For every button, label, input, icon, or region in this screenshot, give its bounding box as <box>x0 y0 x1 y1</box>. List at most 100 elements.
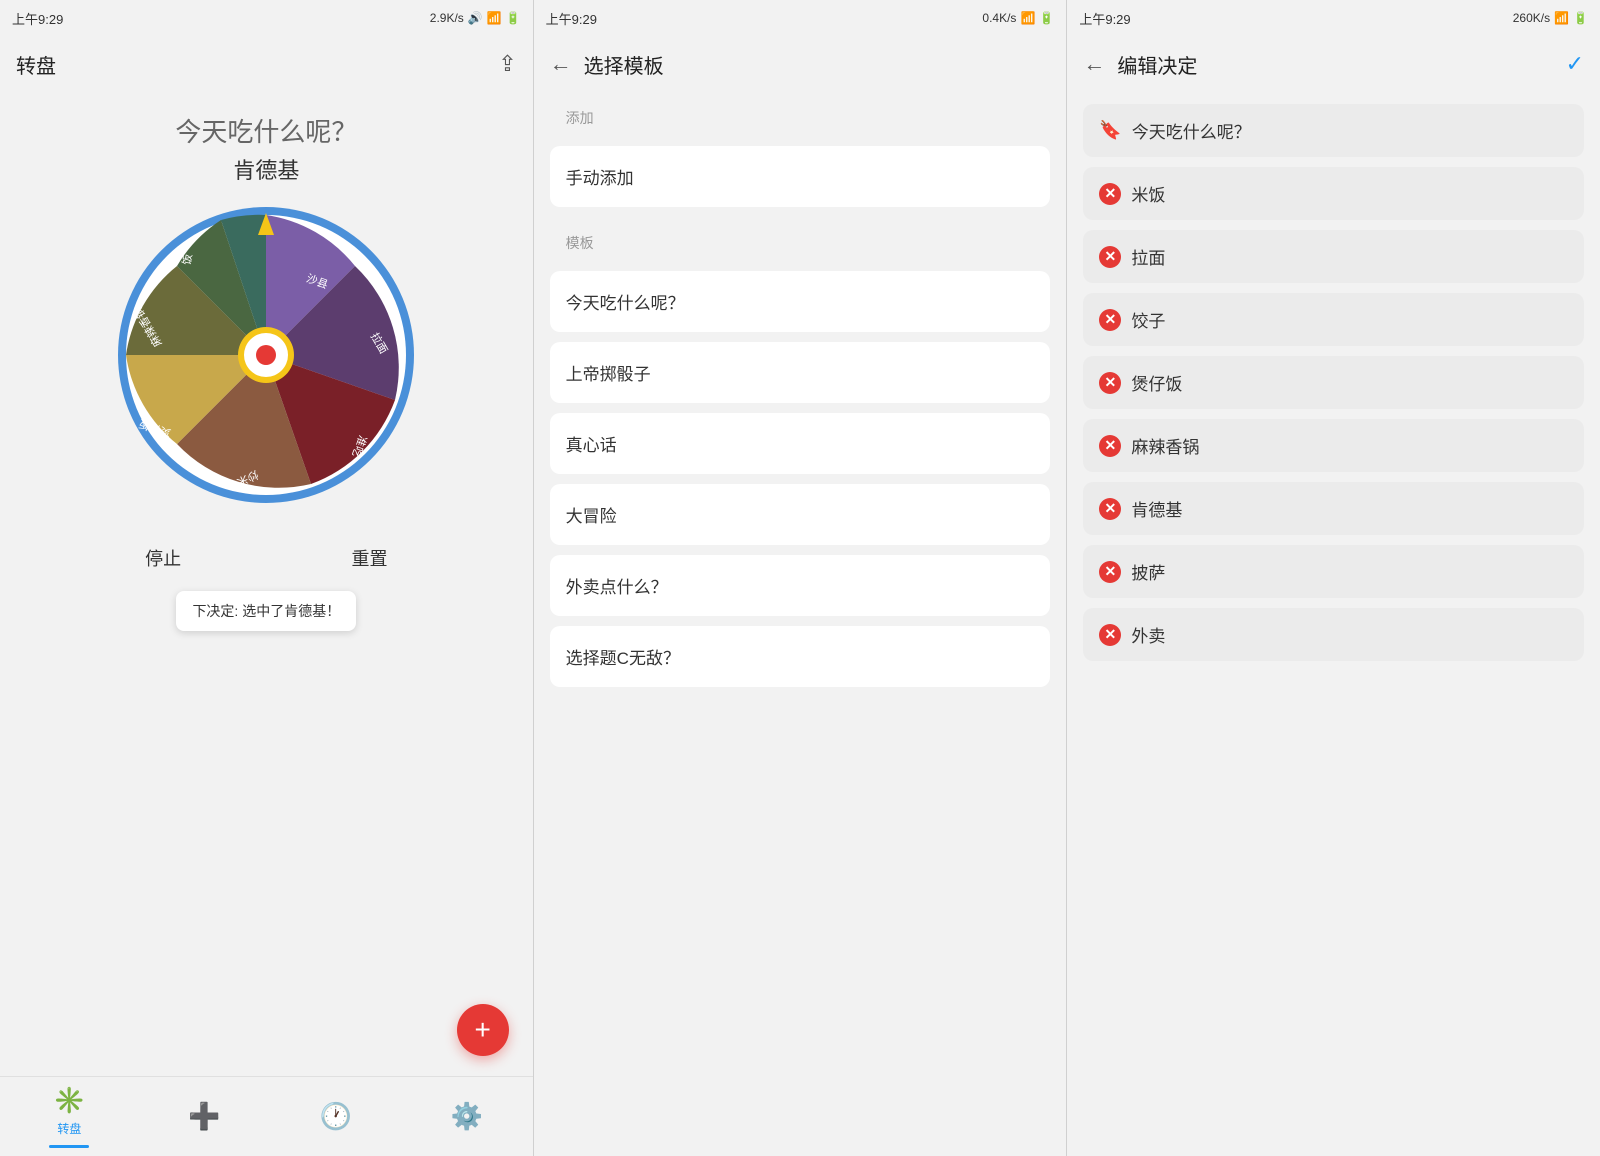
nav-item-add[interactable]: ➕ <box>188 1101 220 1132</box>
manual-add-text: 手动添加 <box>566 169 634 188</box>
template-text-3: 大冒险 <box>566 507 617 526</box>
template-text-5: 选择题C无敌？ <box>566 649 680 668</box>
speed-label-3: 260K/s <box>1513 11 1550 25</box>
edit-panel: 上午9:29 260K/s 📶 🔋 ← 编辑决定 ✓ 🔖 今天吃什么呢？ ✕ 米… <box>1066 0 1600 1156</box>
manual-add-item[interactable]: 手动添加 <box>550 146 1051 207</box>
nav-label-wheel: 转盘 <box>57 1120 81 1137</box>
toast-text: 下决定: 选中了肯德基！ <box>192 603 340 619</box>
wheel-nav-icon: ✳️ <box>53 1085 85 1116</box>
template-item-4[interactable]: 外卖点什么？ <box>550 555 1051 616</box>
template-section-label: 模板 <box>550 217 1051 261</box>
nav-item-wheel[interactable]: ✳️ 转盘 <box>49 1085 89 1148</box>
template-list: 添加 手动添加 模板 今天吃什么呢？ 上帝掷骰子 真心话 大冒险 外卖点什么？ … <box>534 92 1067 1156</box>
wheel-controls: 停止 重置 <box>0 525 533 591</box>
edit-item-1: ✕ 拉面 <box>1083 230 1584 283</box>
edit-item-3: ✕ 煲仔饭 <box>1083 356 1584 409</box>
template-text-4: 外卖点什么？ <box>566 578 668 597</box>
speed-label-2: 0.4K/s <box>982 11 1016 25</box>
top-bar-right-3: ✓ <box>1566 51 1584 77</box>
wheel-question: 今天吃什么呢？ <box>175 112 357 149</box>
status-time-3: 上午9:29 <box>1079 9 1130 28</box>
wheel-result: 肯德基 <box>233 153 299 185</box>
battery-icon-2: 🔋 <box>1039 11 1054 25</box>
page-title-1: 转盘 <box>16 50 56 79</box>
add-section-label: 添加 <box>550 92 1051 136</box>
edit-item-text-2: 饺子 <box>1131 307 1165 332</box>
status-right-3: 260K/s 📶 🔋 <box>1513 11 1588 25</box>
status-bar-3: 上午9:29 260K/s 📶 🔋 <box>1067 0 1600 36</box>
nav-item-settings[interactable]: ⚙️ <box>451 1101 483 1132</box>
back-icon-3[interactable]: ← <box>1083 51 1105 77</box>
edit-item-text-5: 肯德基 <box>1131 496 1182 521</box>
edit-item-6: ✕ 披萨 <box>1083 545 1584 598</box>
signal-icon-2: 📶 <box>1020 11 1035 25</box>
edit-item-text-1: 拉面 <box>1131 244 1165 269</box>
wheel-panel: 上午9:29 2.9K/s 🔊 📶 🔋 转盘 ⇪ 今天吃什么呢？ 肯德基 <box>0 0 533 1156</box>
page-title-2: 选择模板 <box>584 50 664 79</box>
back-icon-2[interactable]: ← <box>550 51 572 77</box>
page-title-3: 编辑决定 <box>1117 50 1197 79</box>
battery-icon-1: 🔋 <box>506 11 521 25</box>
edit-item-text-7: 外卖 <box>1131 622 1165 647</box>
stop-button[interactable]: 停止 <box>145 545 181 571</box>
template-text-0: 今天吃什么呢？ <box>566 294 685 313</box>
status-right-2: 0.4K/s 📶 🔋 <box>982 11 1054 25</box>
nav-underline <box>49 1145 89 1148</box>
status-bar-1: 上午9:29 2.9K/s 🔊 📶 🔋 <box>0 0 533 36</box>
edit-item-text-6: 披萨 <box>1131 559 1165 584</box>
add-fab-button[interactable]: + <box>457 1004 509 1056</box>
edit-item-0: ✕ 米饭 <box>1083 167 1584 220</box>
status-right-1: 2.9K/s 🔊 📶 🔋 <box>430 11 521 25</box>
time-label-3: 上午9:29 <box>1079 9 1130 28</box>
bookmark-icon: 🔖 <box>1099 120 1121 141</box>
wheel-container: 今天吃什么呢？ 肯德基 <box>0 92 533 1076</box>
share-icon[interactable]: ⇪ <box>498 51 516 77</box>
edit-title-text: 今天吃什么呢？ <box>1132 118 1251 143</box>
remove-btn-5[interactable]: ✕ <box>1099 498 1121 520</box>
wifi-icon-1: 📶 <box>487 11 502 25</box>
nav-item-history[interactable]: 🕐 <box>320 1101 352 1132</box>
remove-btn-4[interactable]: ✕ <box>1099 435 1121 457</box>
template-item-1[interactable]: 上帝掷骰子 <box>550 342 1051 403</box>
edit-list: 🔖 今天吃什么呢？ ✕ 米饭 ✕ 拉面 ✕ 饺子 ✕ 煲仔饭 ✕ 麻辣香锅 ✕ … <box>1067 92 1600 1156</box>
edit-item-5: ✕ 肯德基 <box>1083 482 1584 535</box>
edit-item-text-3: 煲仔饭 <box>1131 370 1182 395</box>
edit-item-4: ✕ 麻辣香锅 <box>1083 419 1584 472</box>
decision-toast: 下决定: 选中了肯德基！ <box>176 591 356 631</box>
remove-btn-2[interactable]: ✕ <box>1099 309 1121 331</box>
status-time-1: 上午9:29 <box>12 9 63 28</box>
history-nav-icon: 🕐 <box>320 1101 352 1132</box>
edit-item-2: ✕ 饺子 <box>1083 293 1584 346</box>
template-text-1: 上帝掷骰子 <box>566 365 651 384</box>
top-bar-3: ← 编辑决定 ✓ <box>1067 36 1600 92</box>
remove-btn-3[interactable]: ✕ <box>1099 372 1121 394</box>
status-time-2: 上午9:29 <box>546 9 597 28</box>
remove-btn-1[interactable]: ✕ <box>1099 246 1121 268</box>
signal-icon-3: 📶 <box>1554 11 1569 25</box>
top-bar-2: ← 选择模板 <box>534 36 1067 92</box>
template-panel: 上午9:29 0.4K/s 📶 🔋 ← 选择模板 添加 手动添加 模板 今天吃什… <box>533 0 1067 1156</box>
bottom-nav: ✳️ 转盘 ➕ 🕐 ⚙️ <box>0 1076 533 1156</box>
wheel-svg[interactable]: 沙县 拉面 准吃 炒米 煲仔饭 麻辣香锅 饭 <box>116 205 416 505</box>
remove-btn-7[interactable]: ✕ <box>1099 624 1121 646</box>
reset-button[interactable]: 重置 <box>351 545 387 571</box>
add-nav-icon: ➕ <box>188 1101 220 1132</box>
remove-btn-0[interactable]: ✕ <box>1099 183 1121 205</box>
settings-nav-icon: ⚙️ <box>451 1101 483 1132</box>
template-item-3[interactable]: 大冒险 <box>550 484 1051 545</box>
time-label-1: 上午9:29 <box>12 9 63 28</box>
top-bar-left-3: ← 编辑决定 <box>1083 50 1197 79</box>
status-bar-2: 上午9:29 0.4K/s 📶 🔋 <box>534 0 1067 36</box>
template-item-2[interactable]: 真心话 <box>550 413 1051 474</box>
edit-item-7: ✕ 外卖 <box>1083 608 1584 661</box>
top-bar-left-2: ← 选择模板 <box>550 50 664 79</box>
edit-title-item: 🔖 今天吃什么呢？ <box>1083 104 1584 157</box>
speed-label-1: 2.9K/s <box>430 11 464 25</box>
template-item-0[interactable]: 今天吃什么呢？ <box>550 271 1051 332</box>
confirm-icon[interactable]: ✓ <box>1566 51 1584 77</box>
svg-text:饭: 饭 <box>181 253 196 266</box>
edit-item-text-0: 米饭 <box>1131 181 1165 206</box>
remove-btn-6[interactable]: ✕ <box>1099 561 1121 583</box>
battery-icon-3: 🔋 <box>1573 11 1588 25</box>
template-item-5[interactable]: 选择题C无敌？ <box>550 626 1051 687</box>
